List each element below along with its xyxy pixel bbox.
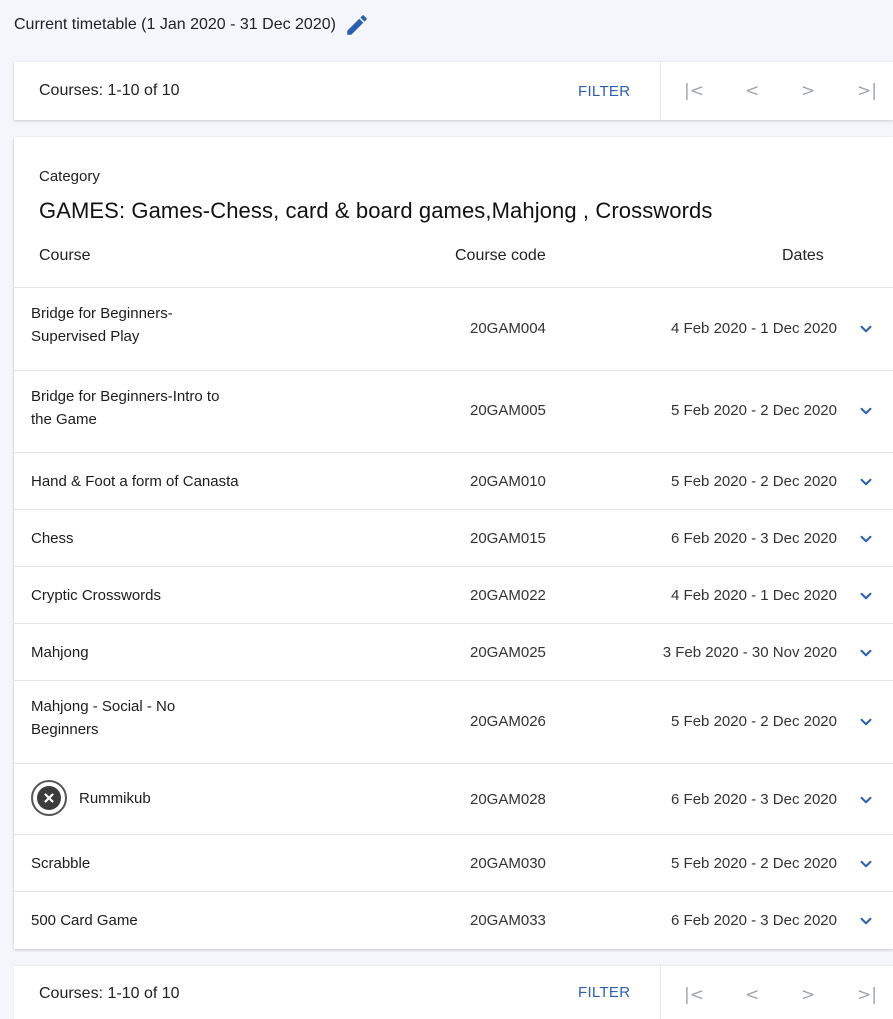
bottom-pager: Courses: 1-10 of 10 FILTER |< < > >|	[14, 966, 893, 1019]
cancelled-icon	[31, 780, 67, 816]
course-name-line: Chess	[31, 530, 74, 547]
course-dates: 4 Feb 2020 - 1 Dec 2020	[671, 587, 837, 604]
course-code: 20GAM022	[470, 587, 546, 604]
column-header-code: Course code	[455, 247, 546, 264]
course-code: 20GAM028	[470, 791, 546, 808]
course-dates: 5 Feb 2020 - 2 Dec 2020	[671, 855, 837, 872]
course-name-line: Bridge for Beginners-	[31, 305, 173, 322]
course-row[interactable]: 500 Card Game 20GAM033 6 Feb 2020 - 3 De…	[14, 891, 893, 948]
category-label: Category	[39, 168, 100, 185]
course-code: 20GAM010	[470, 473, 546, 490]
course-name-line: Beginners	[31, 721, 99, 738]
course-name: 500 Card Game	[31, 909, 138, 932]
chevron-down-icon[interactable]	[857, 912, 875, 930]
course-dates: 6 Feb 2020 - 3 Dec 2020	[671, 530, 837, 547]
pencil-icon[interactable]	[344, 12, 370, 38]
next-page-button[interactable]: >	[801, 985, 815, 1005]
course-dates: 3 Feb 2020 - 30 Nov 2020	[662, 644, 837, 661]
course-name: Rummikub	[31, 780, 151, 816]
chevron-down-icon[interactable]	[857, 530, 875, 548]
course-dates: 6 Feb 2020 - 3 Dec 2020	[671, 791, 837, 808]
chevron-down-icon[interactable]	[857, 855, 875, 873]
course-row[interactable]: Chess 20GAM015 6 Feb 2020 - 3 Dec 2020	[14, 509, 893, 566]
pager-divider	[660, 966, 661, 1019]
chevron-down-icon[interactable]	[857, 587, 875, 605]
course-name-line: 500 Card Game	[31, 912, 138, 929]
first-page-button[interactable]: |<	[684, 985, 704, 1005]
timetable-page: Current timetable (1 Jan 2020 - 31 Dec 2…	[0, 0, 893, 1019]
course-row[interactable]: Bridge for Beginners- Supervised Play 20…	[14, 287, 893, 370]
chevron-down-icon[interactable]	[857, 473, 875, 491]
first-page-button[interactable]: |<	[684, 81, 704, 101]
course-name: Cryptic Crosswords	[31, 584, 161, 607]
previous-page-button[interactable]: <	[745, 81, 759, 101]
course-name: Chess	[31, 527, 74, 550]
course-row[interactable]: Scrabble 20GAM030 5 Feb 2020 - 2 Dec 202…	[14, 834, 893, 891]
pager-divider	[660, 62, 661, 120]
course-row[interactable]: Mahjong 20GAM025 3 Feb 2020 - 30 Nov 202…	[14, 623, 893, 680]
course-code: 20GAM015	[470, 530, 546, 547]
chevron-down-icon[interactable]	[857, 791, 875, 809]
timetable-header: Current timetable (1 Jan 2020 - 31 Dec 2…	[14, 12, 370, 38]
next-page-button[interactable]: >	[801, 81, 815, 101]
column-header-course: Course	[39, 247, 91, 264]
chevron-down-icon[interactable]	[857, 402, 875, 420]
filter-button[interactable]: FILTER	[578, 984, 630, 1001]
last-page-button[interactable]: >|	[857, 81, 877, 101]
course-name: Bridge for Beginners-Intro to the Game	[31, 385, 219, 431]
course-code: 20GAM025	[470, 644, 546, 661]
timetable-label: Current timetable (1 Jan 2020 - 31 Dec 2…	[14, 16, 336, 33]
course-dates: 5 Feb 2020 - 2 Dec 2020	[671, 402, 837, 419]
course-list: Bridge for Beginners- Supervised Play 20…	[14, 287, 893, 948]
last-page-button[interactable]: >|	[857, 985, 877, 1005]
course-name: Hand & Foot a form of Canasta	[31, 470, 239, 493]
course-dates: 5 Feb 2020 - 2 Dec 2020	[671, 713, 837, 730]
course-category-card: Category GAMES: Games-Chess, card & boar…	[14, 137, 893, 949]
previous-page-button[interactable]: <	[745, 985, 759, 1005]
chevron-down-icon[interactable]	[857, 713, 875, 731]
course-name-line: the Game	[31, 411, 97, 428]
course-row[interactable]: Rummikub 20GAM028 6 Feb 2020 - 3 Dec 202…	[14, 763, 893, 834]
course-name-line: Scrabble	[31, 855, 91, 872]
course-name-line: Mahjong - Social - No	[31, 698, 176, 715]
course-name-line: Cryptic Crosswords	[31, 587, 162, 604]
chevron-down-icon[interactable]	[857, 644, 875, 662]
course-dates: 4 Feb 2020 - 1 Dec 2020	[671, 320, 837, 337]
top-pager: Courses: 1-10 of 10 FILTER |< < > >|	[14, 62, 893, 120]
course-name-line: Mahjong	[31, 644, 89, 661]
course-row[interactable]: Mahjong - Social - No Beginners 20GAM026…	[14, 680, 893, 763]
course-name: Mahjong	[31, 641, 89, 664]
course-name-line: Rummikub	[79, 789, 151, 807]
course-code: 20GAM004	[470, 320, 546, 337]
category-title: GAMES: Games-Chess, card & board games,M…	[39, 198, 713, 223]
course-code: 20GAM030	[470, 855, 546, 872]
chevron-down-icon[interactable]	[857, 320, 875, 338]
course-name: Bridge for Beginners- Supervised Play	[31, 302, 173, 348]
course-name: Mahjong - Social - No Beginners	[31, 695, 175, 741]
course-code: 20GAM033	[470, 912, 546, 929]
column-header-dates: Dates	[782, 247, 824, 264]
course-row[interactable]: Cryptic Crosswords 20GAM022 4 Feb 2020 -…	[14, 566, 893, 623]
course-name-line: Bridge for Beginners-Intro to	[31, 388, 220, 405]
course-name-line: Hand & Foot a form of Canasta	[31, 473, 239, 490]
course-dates: 6 Feb 2020 - 3 Dec 2020	[671, 912, 837, 929]
course-row[interactable]: Hand & Foot a form of Canasta 20GAM010 5…	[14, 452, 893, 509]
course-name: Scrabble	[31, 852, 90, 875]
course-name-line: Supervised Play	[31, 328, 140, 345]
course-count: Courses: 1-10 of 10	[39, 985, 180, 1002]
course-row[interactable]: Bridge for Beginners-Intro to the Game 2…	[14, 370, 893, 452]
filter-button[interactable]: FILTER	[578, 83, 630, 100]
course-count: Courses: 1-10 of 10	[39, 82, 180, 99]
course-dates: 5 Feb 2020 - 2 Dec 2020	[671, 473, 837, 490]
course-code: 20GAM005	[470, 402, 546, 419]
course-code: 20GAM026	[470, 713, 546, 730]
